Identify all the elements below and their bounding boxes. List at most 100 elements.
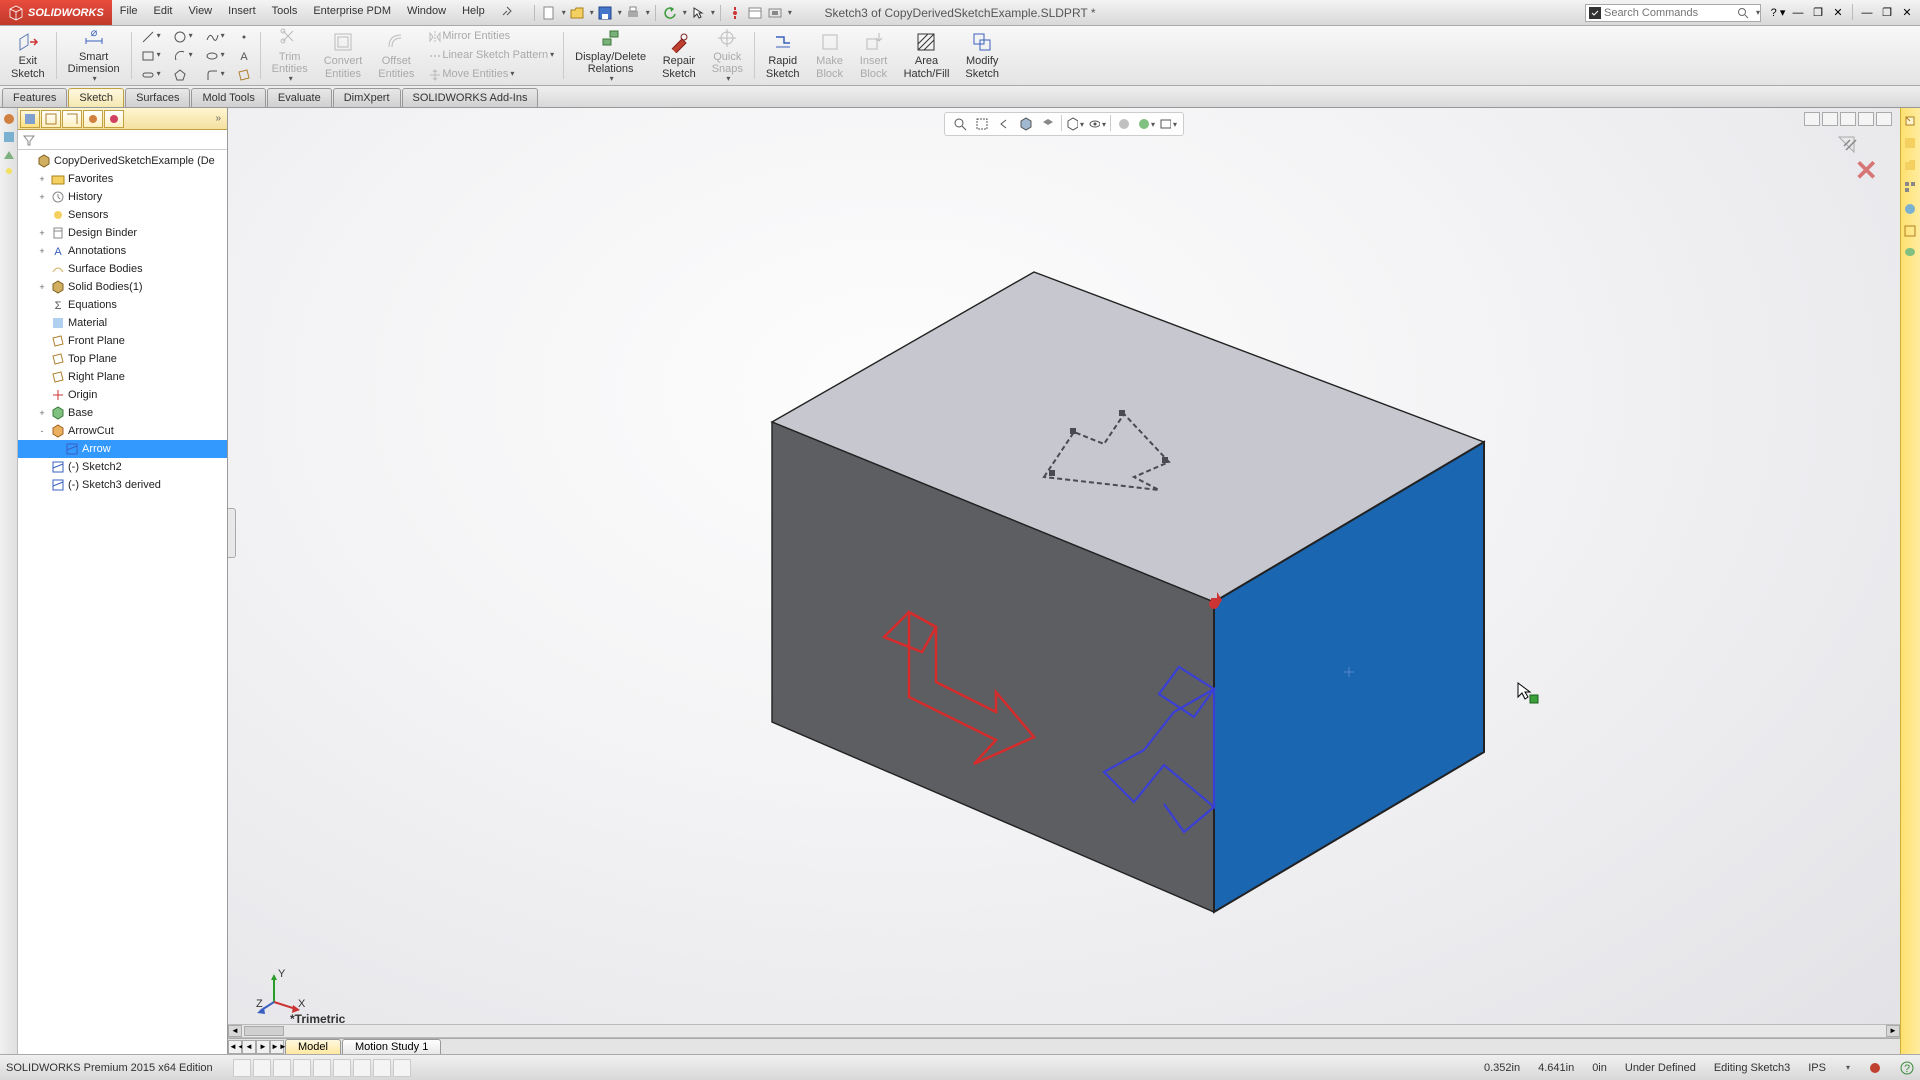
mirror-entities-button[interactable]: Mirror Entities <box>423 28 559 46</box>
make-block-button[interactable]: Make Block <box>809 28 851 83</box>
solid-body[interactable] <box>772 272 1484 912</box>
prev-view-button[interactable] <box>995 115 1013 133</box>
macro-rec-btn[interactable] <box>273 1059 291 1077</box>
tree-item-material-not-specified-[interactable]: Material <box>18 314 227 332</box>
spline-tool[interactable]: ▾ <box>200 28 230 46</box>
search-input[interactable] <box>1604 7 1734 19</box>
offset-entities-button[interactable]: Offset Entities <box>371 28 421 83</box>
menu-search-icon[interactable] <box>493 1 521 24</box>
app-restore[interactable]: ❐ <box>1878 4 1896 22</box>
tree-item-front-plane[interactable]: Front Plane <box>18 332 227 350</box>
screen-capture-button[interactable] <box>766 4 784 22</box>
vp-v2[interactable] <box>1840 112 1856 126</box>
quickfilter-3[interactable] <box>393 1059 411 1077</box>
undo-button[interactable] <box>661 4 679 22</box>
area-hatch-button[interactable]: Area Hatch/Fill <box>897 28 957 83</box>
graphics-area[interactable]: ▾ ▾ ▾ ▾ ✕ <box>228 108 1900 1054</box>
insert-block-button[interactable]: Insert Block <box>853 28 895 83</box>
options-button[interactable] <box>746 4 764 22</box>
smart-dimension-button[interactable]: ⌀ Smart Dimension▾ <box>61 28 127 83</box>
taskpane-custom-props-icon[interactable] <box>1903 224 1919 240</box>
taskpane-resources-icon[interactable] <box>1903 114 1919 130</box>
tab-first[interactable]: ◄◄ <box>228 1040 242 1054</box>
search-icon[interactable] <box>1737 7 1751 19</box>
capture-dropdown[interactable]: ▾ <box>788 8 792 17</box>
zoom-area-button[interactable] <box>973 115 991 133</box>
section-button[interactable] <box>1017 115 1035 133</box>
search-dropdown[interactable]: ▾ <box>1756 8 1760 17</box>
doc-close[interactable]: ✕ <box>1829 4 1847 22</box>
apply-scene-button[interactable]: ▾ <box>1137 115 1155 133</box>
quickfilter-1[interactable] <box>353 1059 371 1077</box>
doc-restore[interactable]: ❐ <box>1809 4 1827 22</box>
taskpane-design-lib-icon[interactable] <box>1903 136 1919 152</box>
taskpane-file-explorer-icon[interactable] <box>1903 158 1919 174</box>
tab-addins[interactable]: SOLIDWORKS Add-Ins <box>402 88 539 107</box>
tree-root[interactable]: CopyDerivedSketchExample (De <box>18 152 227 170</box>
tree-item-favorites[interactable]: +Favorites <box>18 170 227 188</box>
tab-last[interactable]: ►► <box>270 1040 284 1054</box>
hide-show-button[interactable]: ▾ <box>1088 115 1106 133</box>
tab-next[interactable]: ► <box>256 1040 270 1054</box>
measure-btn[interactable] <box>253 1059 271 1077</box>
fm-tab-dimxpert[interactable] <box>83 110 103 128</box>
tab-motion-study[interactable]: Motion Study 1 <box>342 1039 441 1054</box>
fillet-tool[interactable]: ▾ <box>200 66 230 84</box>
scroll-left[interactable]: ◄ <box>228 1025 242 1037</box>
scene-icon[interactable] <box>2 148 16 162</box>
tab-mold[interactable]: Mold Tools <box>191 88 265 107</box>
help-status-icon[interactable]: ? <box>1900 1061 1914 1075</box>
tree-item-right-plane[interactable]: Right Plane <box>18 368 227 386</box>
search-commands[interactable]: ▾ <box>1585 4 1761 22</box>
tree-item-solid-bodies-1-[interactable]: +Solid Bodies(1) <box>18 278 227 296</box>
lights-icon[interactable] <box>2 166 16 180</box>
new-button[interactable] <box>540 4 558 22</box>
modify-sketch-button[interactable]: Modify Sketch <box>958 28 1006 83</box>
convert-entities-button[interactable]: Convert Entities <box>317 28 370 83</box>
expand-toggle[interactable]: - <box>36 426 48 436</box>
tab-prev[interactable]: ◄ <box>242 1040 256 1054</box>
tree-item-design-binder[interactable]: +Design Binder <box>18 224 227 242</box>
fm-filter-bar[interactable] <box>18 130 227 150</box>
tree-item-annotations[interactable]: +AAnnotations <box>18 242 227 260</box>
move-entities-button[interactable]: Move Entities▾ <box>423 66 559 84</box>
slot-tool[interactable]: ▾ <box>136 66 166 84</box>
view-settings-button[interactable]: ▾ <box>1159 115 1177 133</box>
tab-dimxpert[interactable]: DimXpert <box>333 88 401 107</box>
menu-tools[interactable]: Tools <box>264 1 306 24</box>
scroll-right[interactable]: ► <box>1886 1025 1900 1037</box>
exit-sketch-button[interactable]: Exit Sketch <box>4 28 52 83</box>
menu-edit[interactable]: Edit <box>146 1 181 24</box>
tree-item-history[interactable]: +History <box>18 188 227 206</box>
print-button[interactable] <box>624 4 642 22</box>
fm-tab-config[interactable] <box>62 110 82 128</box>
undo-dropdown[interactable]: ▾ <box>683 8 687 17</box>
circle-tool[interactable]: ▾ <box>168 28 198 46</box>
save-button[interactable] <box>596 4 614 22</box>
tree-item-top-plane[interactable]: Top Plane <box>18 350 227 368</box>
tab-evaluate[interactable]: Evaluate <box>267 88 332 107</box>
ellipse-tool[interactable]: ▾ <box>200 47 230 65</box>
view-orient-button[interactable] <box>1039 115 1057 133</box>
point-tool[interactable] <box>232 28 256 46</box>
tab-sketch[interactable]: Sketch <box>68 88 124 107</box>
menu-help[interactable]: Help <box>454 1 493 24</box>
macro-play-btn[interactable] <box>313 1059 331 1077</box>
tree-item-arrow[interactable]: Arrow <box>18 440 227 458</box>
trim-entities-button[interactable]: Trim Entities▾ <box>265 28 315 83</box>
zoom-fit-button[interactable] <box>951 115 969 133</box>
line-tool[interactable]: ▾ <box>136 28 166 46</box>
repair-sketch-button[interactable]: Repair Sketch <box>655 28 703 83</box>
linear-pattern-button[interactable]: Linear Sketch Pattern▾ <box>423 47 559 65</box>
open-dropdown[interactable]: ▾ <box>590 8 594 17</box>
save-dropdown[interactable]: ▾ <box>618 8 622 17</box>
vp-h2[interactable] <box>1822 112 1838 126</box>
model-3d[interactable] <box>604 192 1524 932</box>
select-button[interactable] <box>689 4 707 22</box>
fm-tab-tree[interactable] <box>20 110 40 128</box>
help-dropdown[interactable]: ? ▾ <box>1769 4 1787 22</box>
expand-toggle[interactable]: + <box>36 228 48 238</box>
tree-item-origin[interactable]: Origin <box>18 386 227 404</box>
scroll-thumb[interactable] <box>244 1026 284 1036</box>
taskpane-forum-icon[interactable] <box>1903 246 1919 262</box>
